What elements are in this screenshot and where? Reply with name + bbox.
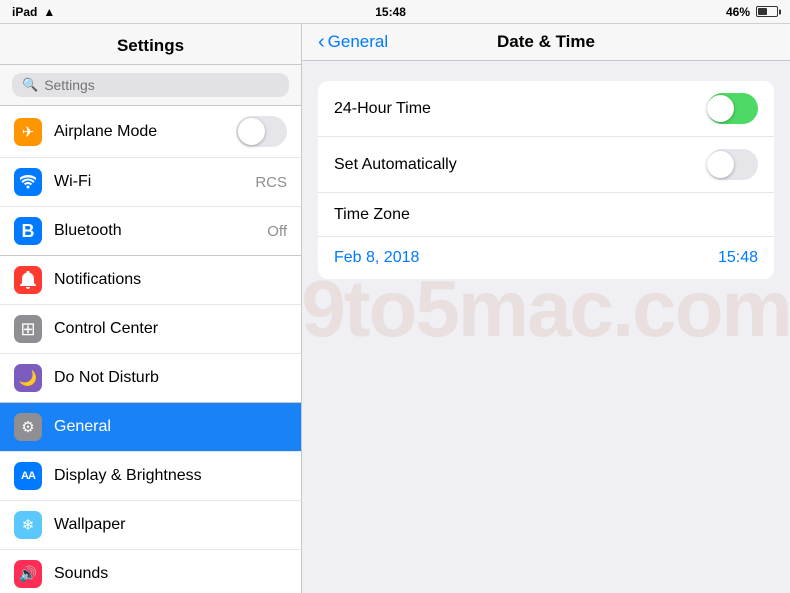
24hour-toggle[interactable] [707,93,758,124]
general-label: General [54,418,287,436]
status-left: iPad ▲ [12,5,55,19]
sidebar-section-alerts: Notifications ⊞ Control Center 🌙 Do Not … [0,256,301,403]
dnd-icon: 🌙 [14,364,42,392]
dnd-label: Do Not Disturb [54,369,287,387]
content-title: Date & Time [497,32,595,52]
status-bar: iPad ▲ 15:48 46% [0,0,790,24]
sounds-label: Sounds [54,565,287,583]
sidebar-section-connectivity: ✈ Airplane Mode Wi-Fi RCS [0,106,301,256]
bluetooth-value: Off [267,223,287,240]
sidebar-item-general[interactable]: ⚙ General [0,403,301,452]
wifi-label: Wi-Fi [54,173,243,191]
bluetooth-label: Bluetooth [54,222,255,240]
battery-bar [756,6,778,17]
auto-toggle[interactable] [707,149,758,180]
wifi-icon [14,168,42,196]
content-card-main: 24-Hour Time Set Automatically Time Zone [318,81,774,279]
notifications-label: Notifications [54,271,287,289]
timezone-label: Time Zone [334,206,758,224]
sidebar-item-display[interactable]: AA Display & Brightness [0,452,301,501]
sidebar-section-system: ⚙ General AA Display & Brightness ❄ Wall… [0,403,301,593]
sidebar-item-wifi[interactable]: Wi-Fi RCS [0,158,301,207]
airplane-toggle-knob [238,118,265,145]
display-icon: AA [14,462,42,490]
row-timezone: Time Zone [318,193,774,237]
control-icon: ⊞ [14,315,42,343]
sidebar-list: ✈ Airplane Mode Wi-Fi RCS [0,106,301,593]
row-auto: Set Automatically [318,137,774,193]
notifications-icon [14,266,42,294]
back-chevron-icon: ‹ [318,32,325,52]
sidebar-item-sounds[interactable]: 🔊 Sounds [0,550,301,593]
24hour-label: 24-Hour Time [334,100,707,118]
auto-toggle-knob [707,151,734,178]
search-wrapper[interactable]: 🔍 [12,73,289,97]
ipad-label: iPad [12,5,37,19]
sidebar-item-notifications[interactable]: Notifications [0,256,301,305]
display-label: Display & Brightness [54,467,287,485]
wallpaper-label: Wallpaper [54,516,287,534]
date-time-row: Feb 8, 2018 15:48 [318,237,774,279]
sounds-icon: 🔊 [14,560,42,588]
search-icon: 🔍 [22,77,38,93]
24hour-toggle-knob [707,95,734,122]
general-icon: ⚙ [14,413,42,441]
wallpaper-icon: ❄ [14,511,42,539]
bluetooth-icon: B [14,217,42,245]
airplane-label: Airplane Mode [54,123,224,141]
status-right: 46% [726,5,778,19]
sidebar-item-bluetooth[interactable]: B Bluetooth Off [0,207,301,255]
sidebar-item-wallpaper[interactable]: ❄ Wallpaper [0,501,301,550]
auto-label: Set Automatically [334,156,707,174]
sidebar: Settings 🔍 ✈ Airplane Mode [0,24,302,593]
status-time: 15:48 [375,5,406,19]
time-value: 15:48 [718,249,758,267]
search-bar: 🔍 [0,65,301,106]
wifi-value: RCS [255,174,287,191]
wifi-icon: ▲ [43,5,55,19]
control-label: Control Center [54,320,287,338]
airplane-toggle[interactable] [236,116,287,147]
sidebar-item-control[interactable]: ⊞ Control Center [0,305,301,354]
main-layout: Settings 🔍 ✈ Airplane Mode [0,24,790,593]
sidebar-item-dnd[interactable]: 🌙 Do Not Disturb [0,354,301,402]
back-label: General [328,32,388,52]
airplane-icon: ✈ [14,118,42,146]
date-value: Feb 8, 2018 [334,249,419,267]
row-24hour: 24-Hour Time [318,81,774,137]
search-input[interactable] [44,77,279,93]
sidebar-title: Settings [0,24,301,65]
battery-fill [758,8,767,15]
back-button[interactable]: ‹ General [318,32,388,52]
battery-percent: 46% [726,5,750,19]
content-nav: ‹ General Date & Time [302,24,790,61]
content-panel: 9to5mac.com ‹ General Date & Time 24-Hou… [302,24,790,593]
sidebar-item-airplane[interactable]: ✈ Airplane Mode [0,106,301,158]
content-rows: 24-Hour Time Set Automatically Time Zone [318,81,774,299]
